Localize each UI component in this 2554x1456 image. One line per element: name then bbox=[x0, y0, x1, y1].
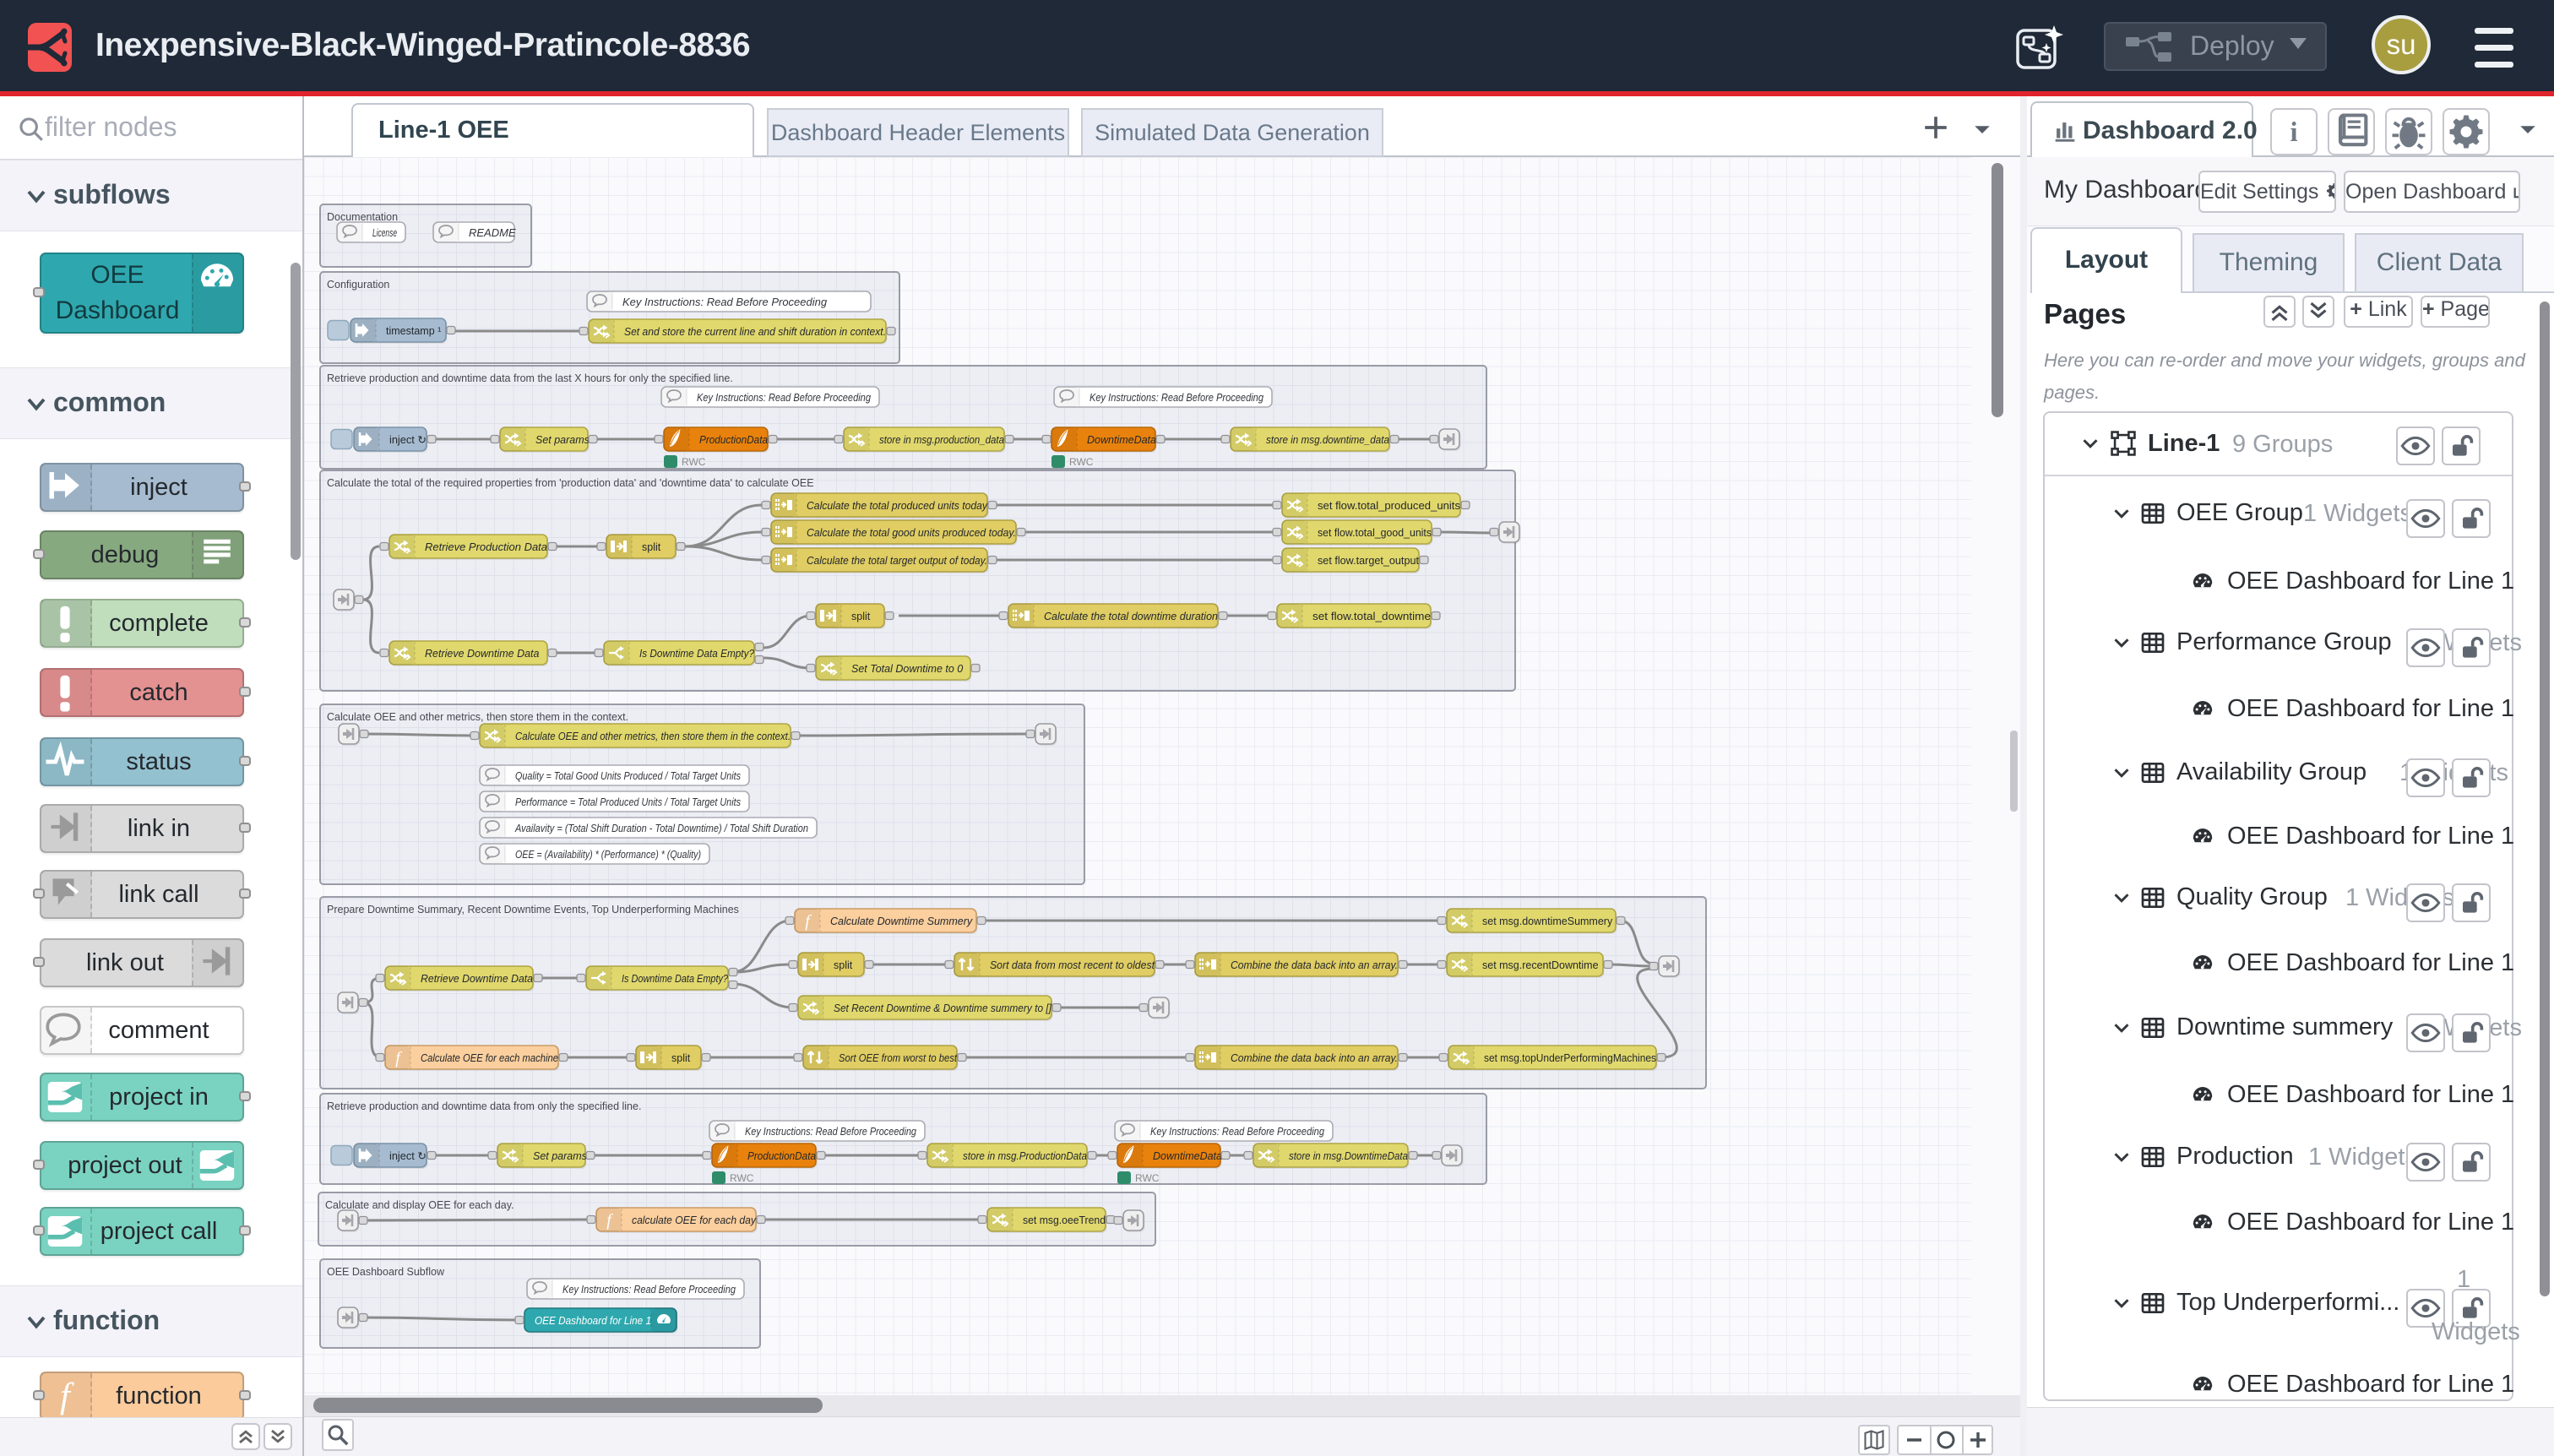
svg-text:Calculate the total good units: Calculate the total good units produced … bbox=[807, 527, 1016, 539]
svg-text:split: split bbox=[671, 1052, 691, 1064]
svg-text:Retrieve Downtime Data: Retrieve Downtime Data bbox=[421, 973, 533, 985]
svg-text:calculate OEE for each day: calculate OEE for each day bbox=[632, 1214, 757, 1226]
svg-text:set msg.recentDowntime: set msg.recentDowntime bbox=[1482, 959, 1599, 971]
svg-text:OEE = (Availability) * (Perfor: OEE = (Availability) * (Performance) * (… bbox=[515, 848, 701, 861]
svg-text:set flow.target_output: set flow.target_output bbox=[1318, 555, 1420, 567]
svg-text:OEE Dashboard for Line 1: OEE Dashboard for Line 1 bbox=[535, 1315, 651, 1327]
svg-text:Calculate Downtime Summery: Calculate Downtime Summery bbox=[830, 915, 973, 927]
svg-text:Retrieve Production Data: Retrieve Production Data bbox=[425, 541, 547, 553]
svg-text:Calculate the total of the req: Calculate the total of the required prop… bbox=[327, 477, 814, 489]
svg-text:Key Instructions: Read Before: Key Instructions: Read Before Proceeding bbox=[697, 391, 872, 404]
svg-text:Quality = Total Good Units Pro: Quality = Total Good Units Produced / To… bbox=[515, 769, 741, 782]
svg-text:Calculate OEE and other metric: Calculate OEE and other metrics, then st… bbox=[327, 711, 628, 723]
svg-text:Performance = Total Produced U: Performance = Total Produced Units / Tot… bbox=[515, 796, 741, 808]
svg-text:split: split bbox=[834, 959, 853, 971]
svg-text:RWC: RWC bbox=[1069, 456, 1094, 468]
svg-text:Key Instructions: Read Before: Key Instructions: Read Before Proceeding bbox=[562, 1283, 736, 1296]
svg-text:DowntimeData: DowntimeData bbox=[1087, 434, 1156, 446]
svg-text:set msg.downtimeSummery: set msg.downtimeSummery bbox=[1482, 915, 1613, 927]
svg-text:OEE Dashboard Subflow: OEE Dashboard Subflow bbox=[327, 1266, 445, 1278]
svg-text:Sort data from most recent to: Sort data from most recent to oldest bbox=[990, 959, 1155, 971]
svg-text:Combine the data back into an: Combine the data back into an array. bbox=[1231, 959, 1398, 971]
svg-text:store in msg.ProductionData: store in msg.ProductionData bbox=[963, 1150, 1087, 1162]
svg-text:Key Instructions: Read Before: Key Instructions: Read Before Proceeding bbox=[1090, 391, 1264, 404]
svg-text:RWC: RWC bbox=[730, 1172, 754, 1184]
svg-text:inject ↻: inject ↻ bbox=[389, 1150, 427, 1162]
svg-text:Availavity = (Total Shift Dura: Availavity = (Total Shift Duration - Tot… bbox=[514, 822, 808, 834]
svg-text:i: i bbox=[2290, 117, 2297, 148]
svg-text:Prepare Downtime Summary, Rece: Prepare Downtime Summary, Recent Downtim… bbox=[327, 904, 739, 915]
svg-text:set flow.total_good_units: set flow.total_good_units bbox=[1318, 527, 1432, 539]
svg-text:Is Downtime Data Empty?: Is Downtime Data Empty? bbox=[622, 973, 728, 985]
svg-text:Sort OEE from worst to best: Sort OEE from worst to best bbox=[839, 1052, 957, 1064]
svg-text:DowntimeData: DowntimeData bbox=[1153, 1150, 1222, 1162]
svg-text:Combine the data back into an: Combine the data back into an array. bbox=[1231, 1052, 1398, 1064]
svg-text:set flow.total_produced_units: set flow.total_produced_units bbox=[1318, 500, 1460, 512]
svg-text:RWC: RWC bbox=[682, 456, 706, 468]
svg-text:Retrieve production and downti: Retrieve production and downtime data fr… bbox=[327, 372, 733, 384]
svg-text:Set params: Set params bbox=[533, 1150, 587, 1162]
svg-text:Calculate the total target out: Calculate the total target output of tod… bbox=[807, 555, 987, 567]
svg-text:Documentation: Documentation bbox=[327, 211, 398, 223]
svg-text:Set Recent Downtime & Downtime: Set Recent Downtime & Downtime summery t… bbox=[834, 1002, 1051, 1014]
svg-text:Key Instructions: Read Before: Key Instructions: Read Before Proceeding bbox=[622, 296, 828, 308]
svg-text:Set Total Downtime to 0: Set Total Downtime to 0 bbox=[851, 663, 963, 675]
svg-text:inject ↻: inject ↻ bbox=[389, 434, 427, 446]
svg-text:Retrieve production and downti: Retrieve production and downtime data fr… bbox=[327, 1100, 641, 1112]
svg-text:set msg.oeeTrend: set msg.oeeTrend bbox=[1023, 1214, 1106, 1226]
svg-text:ProductionData: ProductionData bbox=[747, 1150, 816, 1162]
svg-text:split: split bbox=[642, 541, 661, 553]
svg-text:Set params: Set params bbox=[535, 434, 590, 446]
svg-text:Is Downtime Data Empty?: Is Downtime Data Empty? bbox=[639, 648, 754, 660]
svg-text:License: License bbox=[372, 226, 397, 239]
svg-text:Key Instructions: Read Before: Key Instructions: Read Before Proceeding bbox=[1150, 1125, 1325, 1138]
svg-text:set flow.total_downtime: set flow.total_downtime bbox=[1312, 611, 1431, 622]
svg-text:README: README bbox=[469, 226, 516, 239]
svg-text:Calculate the total downtime d: Calculate the total downtime duration bbox=[1044, 611, 1218, 622]
svg-text:set msg.topUnderPerformingMach: set msg.topUnderPerformingMachines bbox=[1484, 1052, 1656, 1064]
svg-text:store in msg.production_data: store in msg.production_data bbox=[879, 434, 1004, 446]
svg-text:timestamp ¹: timestamp ¹ bbox=[386, 325, 441, 337]
svg-text:store in msg.DowntimeData: store in msg.DowntimeData bbox=[1289, 1150, 1408, 1162]
svg-text:Calculate and display OEE for: Calculate and display OEE for each day. bbox=[325, 1199, 514, 1211]
svg-text:ProductionData: ProductionData bbox=[699, 434, 768, 446]
svg-text:split: split bbox=[851, 611, 871, 622]
svg-text:Calculate the total produced u: Calculate the total produced units today bbox=[807, 500, 988, 512]
svg-text:RWC: RWC bbox=[1135, 1172, 1160, 1184]
svg-text:Calculate OEE and other metric: Calculate OEE and other metrics, then st… bbox=[515, 731, 791, 742]
svg-text:Set and store the current line: Set and store the current line and shift… bbox=[624, 326, 886, 338]
svg-text:Retrieve Downtime Data: Retrieve Downtime Data bbox=[425, 648, 540, 660]
svg-text:Configuration: Configuration bbox=[327, 279, 389, 291]
svg-text:store in msg.downtime_data: store in msg.downtime_data bbox=[1266, 434, 1389, 446]
svg-text:Key Instructions: Read Before: Key Instructions: Read Before Proceeding bbox=[745, 1125, 917, 1138]
svg-text:Calculate OEE for each machine: Calculate OEE for each machine bbox=[421, 1052, 558, 1064]
